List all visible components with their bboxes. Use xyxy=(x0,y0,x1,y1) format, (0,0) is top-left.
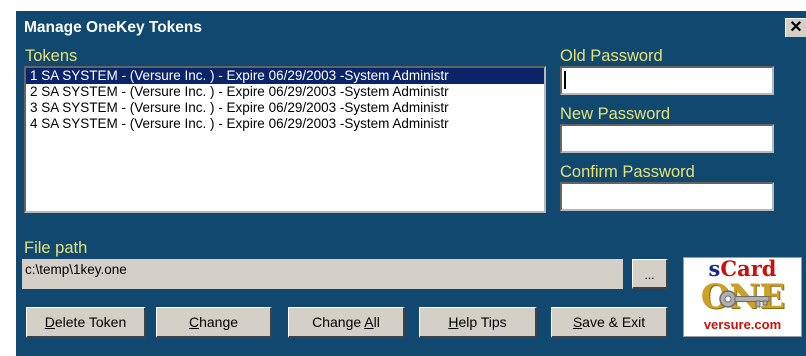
new-password-label: New Password xyxy=(560,105,671,123)
button-label: elp Tips xyxy=(458,314,507,330)
button-mnemonic: D xyxy=(44,314,55,330)
file-path-label: File path xyxy=(24,239,88,257)
button-label: ll xyxy=(373,314,380,330)
confirm-password-field[interactable] xyxy=(560,182,774,211)
new-password-field[interactable] xyxy=(560,124,774,153)
window-title: Manage OneKey Tokens xyxy=(24,19,203,36)
file-path-field[interactable]: c:\temp\1key.one xyxy=(22,259,623,289)
logo-site-text: versure.com xyxy=(703,317,782,332)
button-label: ave & Exit xyxy=(582,314,646,330)
browse-button[interactable]: ... xyxy=(632,259,668,289)
scard-one-logo: sCard ONE versure.com xyxy=(683,257,802,337)
button-label: elete Token xyxy=(54,314,127,330)
text-caret xyxy=(564,71,566,89)
token-list-item[interactable]: 3 SA SYSTEM - (Versure Inc. ) - Expire 0… xyxy=(26,100,544,116)
old-password-field[interactable] xyxy=(560,66,774,95)
button-mnemonic: C xyxy=(188,314,200,330)
key-icon xyxy=(719,290,770,308)
delete-token-button[interactable]: Delete Token xyxy=(26,307,146,338)
token-list-item[interactable]: 2 SA SYSTEM - (Versure Inc. ) - Expire 0… xyxy=(26,84,544,100)
token-list-item[interactable]: 1 SA SYSTEM - (Versure Inc. ) - Expire 0… xyxy=(26,68,544,84)
tokens-label: Tokens xyxy=(25,47,78,65)
help-tips-button[interactable]: Help Tips xyxy=(419,307,537,338)
close-button[interactable]: ✕ xyxy=(785,18,806,37)
close-icon: ✕ xyxy=(789,19,803,36)
token-list-item[interactable]: 4 SA SYSTEM - (Versure Inc. ) - Expire 0… xyxy=(26,116,544,132)
button-mnemonic: S xyxy=(572,314,583,330)
button-label: Change xyxy=(312,314,365,330)
button-label: hange xyxy=(199,314,239,330)
old-password-label: Old Password xyxy=(560,47,663,65)
change-button[interactable]: Change xyxy=(156,307,272,338)
confirm-password-label: Confirm Password xyxy=(560,163,695,181)
save-exit-button[interactable]: Save & Exit xyxy=(551,307,668,338)
tokens-listbox[interactable]: 1 SA SYSTEM - (Versure Inc. ) - Expire 0… xyxy=(24,66,546,213)
change-all-button[interactable]: Change All xyxy=(288,307,405,338)
button-mnemonic: H xyxy=(448,314,459,330)
button-mnemonic: A xyxy=(364,314,374,330)
